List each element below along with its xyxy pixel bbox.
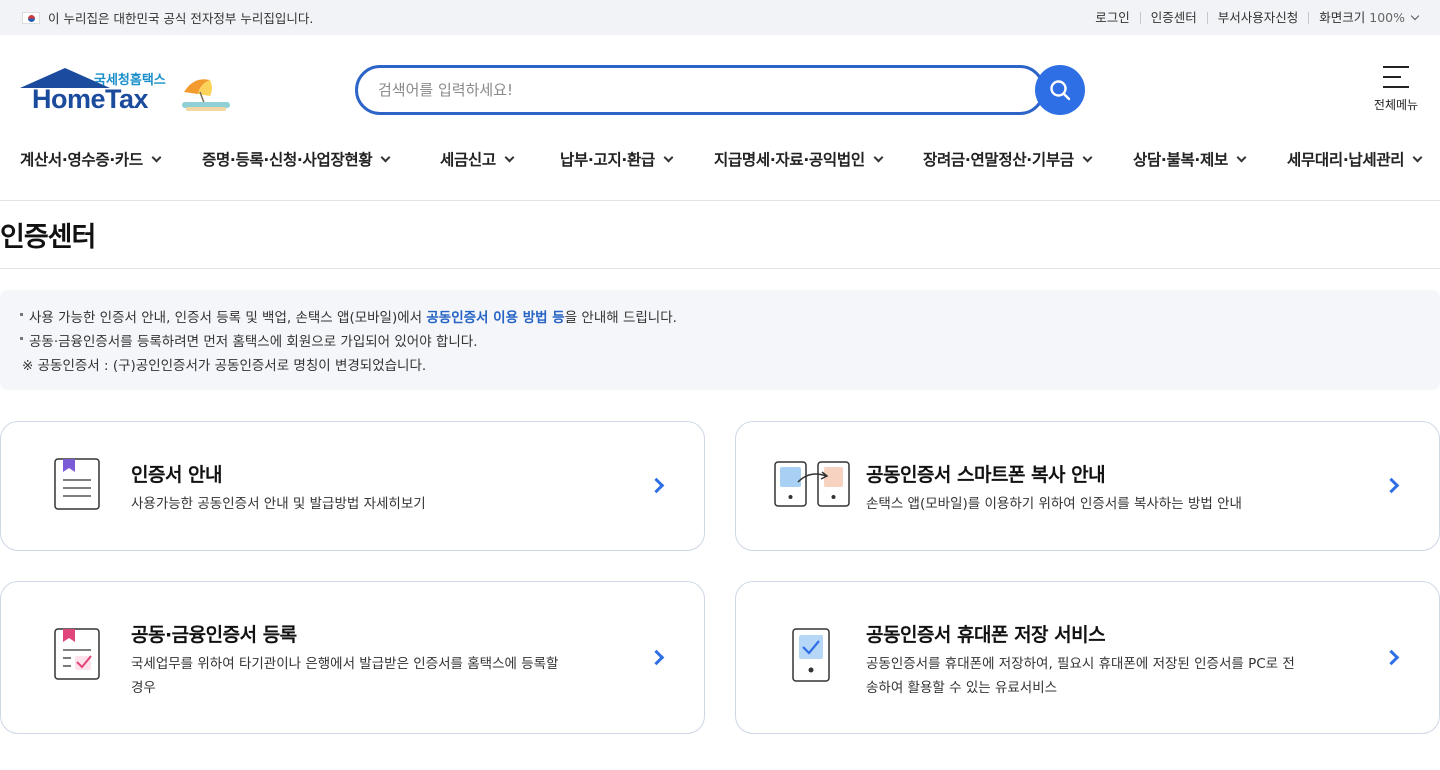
notice-text-part: 사용 가능한 인증서 안내, 인증서 등록 및 백업, 손택스 앱(모바일)에서: [29, 310, 427, 326]
card-description: 국세업무를 위하여 타기관이나 은행에서 발급받은 인증서를 홈택스에 등록할 …: [131, 656, 559, 696]
nav-label: 지급명세·자료·공익법인: [714, 151, 865, 169]
nav-label: 세무대리·납세관리: [1287, 151, 1405, 169]
nav-label: 납부·고지·환급: [560, 151, 655, 169]
nav-payment-statement[interactable]: 지급명세·자료·공익법인: [714, 148, 884, 170]
divider: [0, 268, 1440, 269]
card-certificate-registration[interactable]: 공동·금융인증서 등록 국세업무를 위하여 타기관이나 은행에서 발급받은 인증…: [0, 581, 705, 734]
korea-flag-icon: [22, 11, 40, 24]
card-description: 사용가능한 공동인증서 안내 및 발급방법 자세히보기: [131, 496, 426, 512]
phone-check-icon: [792, 628, 830, 682]
full-menu-label: 전체메뉴: [1373, 98, 1419, 112]
chevron-right-icon: [648, 477, 665, 494]
nav-label: 계산서·영수증·카드: [20, 151, 143, 169]
nav-payment-refund[interactable]: 납부·고지·환급: [560, 148, 674, 170]
dept-user-apply-link[interactable]: 부서사용자신청: [1206, 11, 1309, 24]
chevron-down-icon: [873, 152, 884, 162]
chevron-down-icon: [1236, 152, 1247, 162]
search-input[interactable]: [378, 81, 1018, 99]
chevron-right-icon: [1383, 649, 1400, 666]
logo-title: HomeTax: [32, 84, 149, 114]
chevron-down-icon: [380, 152, 391, 162]
card-certificate-guide[interactable]: 인증서 안내 사용가능한 공동인증서 안내 및 발급방법 자세히보기: [0, 421, 705, 551]
search-icon: [1050, 80, 1071, 101]
divider: [0, 200, 1440, 201]
nav-tax-agent[interactable]: 세무대리·납세관리: [1287, 148, 1423, 170]
cert-center-link[interactable]: 인증센터: [1139, 11, 1207, 24]
card-phone-storage-service[interactable]: 공동인증서 휴대폰 저장 서비스 공동인증서를 휴대폰에 저장하여, 필요시 휴…: [735, 581, 1440, 734]
chevron-down-icon: [1412, 152, 1423, 162]
nav-incentive-yearend[interactable]: 장려금·연말정산·기부금: [923, 148, 1093, 170]
chevron-down-icon: [1082, 152, 1093, 162]
beach-umbrella-icon: [182, 79, 230, 111]
notice-text: 공동·금융인증서를 등록하려면 먼저 홈택스에 회원으로 가입되어 있어야 합니…: [29, 334, 478, 350]
nav-invoice-receipt-card[interactable]: 계산서·영수증·카드: [20, 148, 162, 170]
nav-label: 상담·불복·제보: [1133, 151, 1228, 169]
chevron-down-icon: [663, 152, 674, 162]
nav-label: 증명·등록·신청·사업장현황: [202, 151, 373, 169]
card-smartphone-copy-guide[interactable]: 공동인증서 스마트폰 복사 안내 손택스 앱(모바일)를 이용하기 위하여 인증…: [735, 421, 1440, 551]
hometax-logo[interactable]: 국세청홈택스 HomeTax: [20, 66, 235, 118]
gov-banner-left: 이 누리집은 대한민국 공식 전자정부 누리집입니다.: [22, 8, 313, 27]
zoom-label: 화면크기: [1319, 9, 1366, 25]
card-title: 공동인증서 스마트폰 복사 안내: [866, 464, 1106, 486]
bullet-icon: [20, 312, 23, 316]
chevron-down-icon: [1410, 11, 1420, 20]
card-description: 손택스 앱(모바일)를 이용하기 위하여 인증서를 복사하는 방법 안내: [866, 496, 1242, 512]
main-navigation: 계산서·영수증·카드 증명·등록·신청·사업장현황 세금신고 납부·고지·환급 …: [0, 138, 1440, 180]
notice-text: ※ 공동인증서 : (구)공인인증서가 공동인증서로 명칭이 변경되었습니다.: [22, 358, 427, 374]
gov-banner-text: 이 누리집은 대한민국 공식 전자정부 누리집입니다.: [48, 11, 314, 26]
document-bookmark-icon: [54, 458, 100, 510]
hamburger-icon: [1383, 66, 1409, 88]
card-title: 공동·금융인증서 등록: [131, 624, 297, 646]
notice-line: 공동·금융인증서를 등록하려면 먼저 홈택스에 회원으로 가입되어 있어야 합니…: [20, 330, 1420, 354]
notice-text-part: 을 안내해 드립니다.: [564, 310, 677, 326]
login-link[interactable]: 로그인: [1085, 11, 1140, 24]
bullet-icon: [20, 336, 23, 340]
nav-label: 세금신고: [440, 151, 496, 169]
notice-text: 사용 가능한 인증서 안내, 인증서 등록 및 백업, 손택스 앱(모바일)에서…: [29, 306, 677, 330]
chevron-right-icon: [1383, 477, 1400, 494]
notice-highlight: 공동인증서 이용 방법 등: [426, 310, 565, 326]
card-description: 공동인증서를 휴대폰에 저장하여, 필요시 휴대폰에 저장된 인증서를 PC로 …: [866, 656, 1295, 696]
card-title: 공동인증서 휴대폰 저장 서비스: [866, 624, 1106, 646]
card-title: 인증서 안내: [131, 464, 223, 486]
nav-certificate-registration[interactable]: 증명·등록·신청·사업장현황: [202, 148, 391, 170]
notice-note: ※ 공동인증서 : (구)공인인증서가 공동인증서로 명칭이 변경되었습니다.: [22, 354, 1420, 378]
search-box: [355, 65, 1045, 115]
utility-links: 로그인 인증센터 부서사용자신청 화면크기 100%: [1085, 9, 1420, 25]
chevron-down-icon: [151, 152, 162, 162]
nav-tax-filing[interactable]: 세금신고: [440, 148, 515, 170]
full-menu-button[interactable]: 전체메뉴: [1368, 66, 1424, 118]
zoom-control[interactable]: 화면크기 100%: [1308, 9, 1420, 25]
document-checklist-icon: [54, 628, 100, 680]
gov-banner: 이 누리집은 대한민국 공식 전자정부 누리집입니다. 로그인 인증센터 부서사…: [0, 0, 1440, 35]
phone-transfer-icon: [774, 461, 850, 507]
notice-line: 사용 가능한 인증서 안내, 인증서 등록 및 백업, 손택스 앱(모바일)에서…: [20, 306, 1420, 330]
info-notice-box: 사용 가능한 인증서 안내, 인증서 등록 및 백업, 손택스 앱(모바일)에서…: [0, 290, 1440, 390]
chevron-right-icon: [648, 649, 665, 666]
zoom-value: 100%: [1369, 9, 1405, 25]
nav-label: 장려금·연말정산·기부금: [923, 151, 1074, 169]
search-button[interactable]: [1035, 65, 1085, 115]
chevron-down-icon: [504, 152, 515, 162]
page-title: 인증센터: [0, 222, 96, 253]
nav-consultation-appeal[interactable]: 상담·불복·제보: [1133, 148, 1247, 170]
